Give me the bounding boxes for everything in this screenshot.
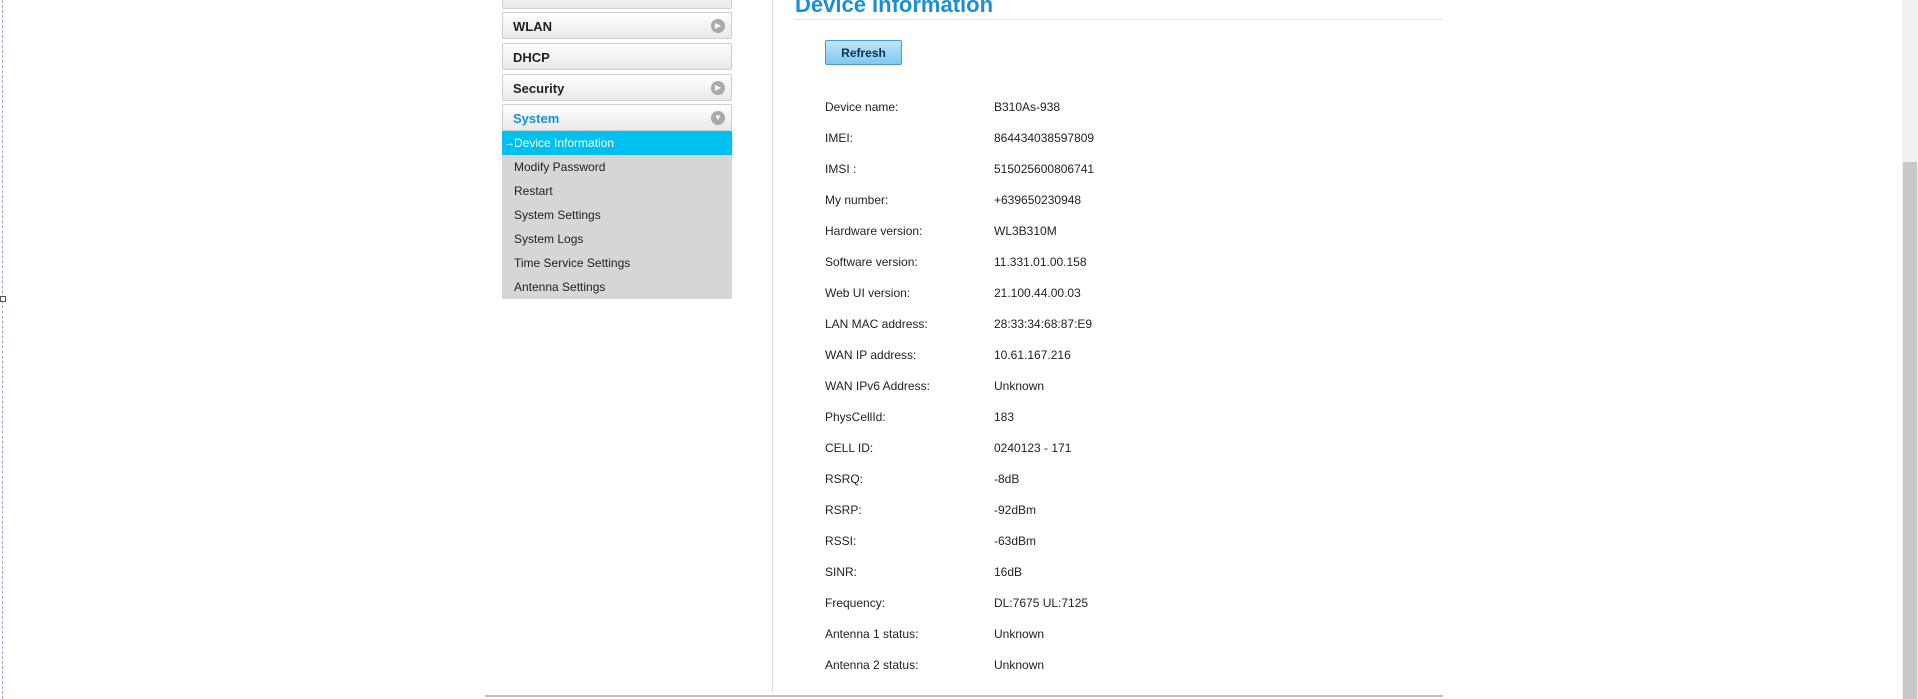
info-value: 21.100.44.00.03 [994,286,1081,300]
info-value: +639650230948 [994,193,1082,207]
info-value: -8dB [994,472,1020,486]
info-value: 28:33:34:68:87:E9 [994,317,1093,331]
system-submenu: → Device Information Modify Password Res… [502,131,732,299]
info-label: LAN MAC address: [825,317,928,331]
info-value: 183 [994,410,1015,424]
submenu-item-label: System Settings [514,208,601,222]
info-label: Antenna 1 status: [825,627,919,641]
submenu-item-device-information[interactable]: → Device Information [502,131,732,155]
info-value: DL:7675 UL:7125 [994,596,1089,610]
page-title: Device Information [795,0,994,17]
info-label: Antenna 2 status: [825,658,919,672]
info-label: IMEI: [825,131,854,145]
page-guide-line [2,0,3,699]
submenu-item-time-service-settings[interactable]: Time Service Settings [502,251,732,275]
info-value: -92dBm [994,503,1037,517]
sidebar-item-previous[interactable] [502,0,732,9]
info-value: 0240123 - 171 [994,441,1072,455]
info-label: Web UI version: [825,286,911,300]
arrow-right-circle-icon: ▶ [711,81,725,95]
scrollbar-thumb[interactable] [1903,162,1917,699]
info-label: Hardware version: [825,224,923,238]
info-label: RSSI: [825,534,857,548]
info-value: 515025600806741 [994,162,1095,176]
info-label: RSRP: [825,503,862,517]
sidebar-item-dhcp[interactable]: DHCP [502,43,732,70]
info-value: 864434038597809 [994,131,1095,145]
info-label: My number: [825,193,889,207]
info-label: CELL ID: [825,441,874,455]
info-label: SINR: [825,565,858,579]
info-label: IMSI : [825,162,857,176]
submenu-item-restart[interactable]: Restart [502,179,732,203]
info-value: Unknown [994,627,1045,641]
info-value: B310As-938 [994,100,1061,114]
info-value: 11.331.01.00.158 [994,255,1087,269]
sidebar-item-label: DHCP [513,50,550,65]
submenu-item-system-logs[interactable]: System Logs [502,227,732,251]
info-value: -63dBm [994,534,1037,548]
info-label: Frequency: [825,596,886,610]
info-label: Software version: [825,255,918,269]
arrow-right-circle-icon: ▶ [711,19,725,33]
arrow-down-circle-icon: ▼ [711,111,725,125]
info-value: 10.61.167.216 [994,348,1071,362]
footer-divider [485,695,1443,697]
info-label: RSRQ: [825,472,864,486]
info-label: WAN IP address: [825,348,917,362]
submenu-item-label: System Logs [514,232,584,246]
sidebar-item-label: WLAN [513,19,552,34]
refresh-button[interactable]: Refresh [825,40,902,65]
submenu-item-label: Time Service Settings [514,256,631,270]
submenu-item-antenna-settings[interactable]: Antenna Settings [502,275,732,299]
submenu-item-system-settings[interactable]: System Settings [502,203,732,227]
info-value: Unknown [994,379,1045,393]
sidebar-item-label: System [513,111,560,126]
title-divider [795,19,1443,20]
submenu-item-label: Modify Password [514,160,606,174]
info-label: PhysCellId: [825,410,886,424]
info-label: Device name: [825,100,899,114]
submenu-item-label: Device Information [514,136,615,150]
submenu-item-label: Antenna Settings [514,280,606,294]
info-value: 16dB [994,565,1023,579]
sidebar-item-label: Security [513,81,565,96]
submenu-item-label: Restart [514,184,553,198]
content-divider [772,0,773,692]
resize-handle[interactable] [0,296,6,302]
sidebar-item-security[interactable]: Security ▶ [502,74,732,101]
sidebar-item-system[interactable]: System ▼ [502,104,732,131]
submenu-item-modify-password[interactable]: Modify Password [502,155,732,179]
info-value: WL3B310M [994,224,1057,238]
sidebar-item-wlan[interactable]: WLAN ▶ [502,12,732,39]
info-value: Unknown [994,658,1045,672]
info-label: WAN IPv6 Address: [825,379,930,393]
